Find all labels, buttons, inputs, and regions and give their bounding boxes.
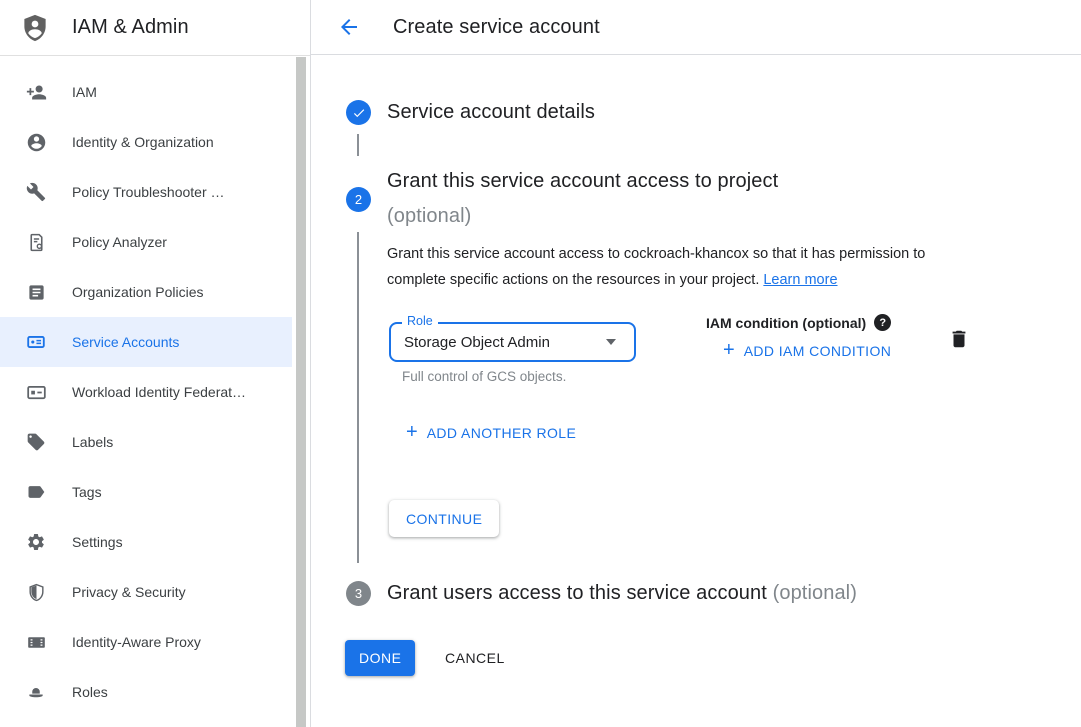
learn-more-link[interactable]: Learn more xyxy=(763,272,837,288)
sidebar-item-label: Tags xyxy=(72,484,102,500)
sidebar-item-label: Labels xyxy=(72,434,113,450)
step3-row: 3 Grant users access to this service acc… xyxy=(346,581,857,606)
sidebar-item-label: Policy Analyzer xyxy=(72,234,167,250)
step-connector-line xyxy=(357,232,359,563)
add-another-role-button[interactable]: + ADD ANOTHER ROLE xyxy=(398,422,584,444)
sidebar: IAM & Admin IAM Identity & Organization … xyxy=(0,0,311,727)
sidebar-item-workload-identity-federation[interactable]: Workload Identity Federat… xyxy=(0,367,292,417)
step2-optional-label: (optional) xyxy=(387,199,778,234)
service-account-icon xyxy=(24,330,48,354)
sidebar-item-label: Identity & Organization xyxy=(72,134,214,150)
sidebar-item-identity-aware-proxy[interactable]: Identity-Aware Proxy xyxy=(0,617,292,667)
wrench-icon xyxy=(24,180,48,204)
sidebar-item-policy-troubleshooter[interactable]: Policy Troubleshooter … xyxy=(0,167,292,217)
step2-title: Grant this service account access to pro… xyxy=(387,164,778,199)
id-card-icon xyxy=(24,380,48,404)
sidebar-item-label: Organization Policies xyxy=(72,284,204,300)
document-search-icon xyxy=(24,230,48,254)
sidebar-scrollbar[interactable] xyxy=(296,57,306,727)
sidebar-item-label: Service Accounts xyxy=(72,334,179,350)
role-helper-text: Full control of GCS objects. xyxy=(402,369,566,384)
sidebar-item-tags[interactable]: Tags xyxy=(0,467,292,517)
account-circle-icon xyxy=(24,130,48,154)
iam-condition-row: IAM condition (optional) ? xyxy=(706,314,891,331)
iam-admin-shield-icon xyxy=(20,12,50,44)
sidebar-item-roles[interactable]: Roles xyxy=(0,667,292,717)
sidebar-item-privacy-security[interactable]: Privacy & Security xyxy=(0,567,292,617)
sidebar-item-label: Roles xyxy=(72,684,108,700)
role-field-label: Role xyxy=(402,314,438,328)
sidebar-item-label: IAM xyxy=(72,84,97,100)
main-header: Create service account xyxy=(311,0,1081,55)
sidebar-title: IAM & Admin xyxy=(72,16,189,39)
plus-icon: + xyxy=(406,422,418,442)
step2-number-circle: 2 xyxy=(346,187,371,212)
check-icon xyxy=(352,106,366,120)
add-iam-condition-button[interactable]: + ADD IAM CONDITION xyxy=(715,340,899,362)
step1-title: Service account details xyxy=(387,101,595,124)
step1-check-circle xyxy=(346,100,371,125)
back-button[interactable] xyxy=(337,15,361,39)
sidebar-item-label: Identity-Aware Proxy xyxy=(72,634,201,650)
cancel-button[interactable]: CANCEL xyxy=(437,640,513,676)
proxy-icon xyxy=(24,630,48,654)
add-iam-condition-label: ADD IAM CONDITION xyxy=(744,343,892,359)
step2-heading: Grant this service account access to pro… xyxy=(387,164,778,234)
role-dropdown[interactable]: Role Storage Object Admin xyxy=(389,322,636,362)
sidebar-item-settings[interactable]: Settings xyxy=(0,517,292,567)
help-icon[interactable]: ? xyxy=(874,314,891,331)
add-another-role-label: ADD ANOTHER ROLE xyxy=(427,425,577,441)
hat-icon xyxy=(24,680,48,704)
tag-arrow-icon xyxy=(24,480,48,504)
person-add-icon xyxy=(24,80,48,104)
trash-icon xyxy=(948,328,972,350)
step2-description-text: Grant this service account access to coc… xyxy=(387,246,925,288)
step3-heading: Grant users access to this service accou… xyxy=(387,582,857,605)
chevron-down-icon xyxy=(606,339,616,345)
sidebar-item-service-accounts[interactable]: Service Accounts xyxy=(0,317,292,367)
sidebar-item-labels[interactable]: Labels xyxy=(0,417,292,467)
arrow-left-icon xyxy=(337,15,361,39)
sidebar-item-label: Workload Identity Federat… xyxy=(72,384,246,400)
step-connector-line xyxy=(357,134,359,156)
sidebar-item-label: Privacy & Security xyxy=(72,584,186,600)
done-button[interactable]: DONE xyxy=(345,640,415,676)
iam-condition-label: IAM condition (optional) xyxy=(706,315,866,331)
sidebar-item-label: Settings xyxy=(72,534,123,550)
sidebar-item-policy-analyzer[interactable]: Policy Analyzer xyxy=(0,217,292,267)
plus-icon: + xyxy=(723,340,735,360)
continue-button[interactable]: CONTINUE xyxy=(389,500,499,537)
shield-icon xyxy=(24,580,48,604)
sidebar-item-label: Policy Troubleshooter … xyxy=(72,184,225,200)
step2-row: 2 Grant this service account access to p… xyxy=(346,164,778,234)
article-icon xyxy=(24,280,48,304)
sidebar-nav: IAM Identity & Organization Policy Troub… xyxy=(0,56,310,717)
step3-title: Grant users access to this service accou… xyxy=(387,582,767,604)
delete-role-button[interactable] xyxy=(948,327,972,351)
sidebar-header: IAM & Admin xyxy=(0,0,310,56)
main-panel: Create service account Service account d… xyxy=(311,0,1081,727)
step1-row: Service account details xyxy=(346,100,595,125)
step3-optional-label: (optional) xyxy=(773,582,857,604)
step3-number-circle: 3 xyxy=(346,581,371,606)
gear-icon xyxy=(24,530,48,554)
sidebar-item-identity-organization[interactable]: Identity & Organization xyxy=(0,117,292,167)
page-title: Create service account xyxy=(393,16,600,39)
sidebar-item-organization-policies[interactable]: Organization Policies xyxy=(0,267,292,317)
step2-description: Grant this service account access to coc… xyxy=(387,242,981,293)
role-selected-value: Storage Object Admin xyxy=(404,334,550,351)
label-tag-icon xyxy=(24,430,48,454)
sidebar-item-iam[interactable]: IAM xyxy=(0,67,292,117)
